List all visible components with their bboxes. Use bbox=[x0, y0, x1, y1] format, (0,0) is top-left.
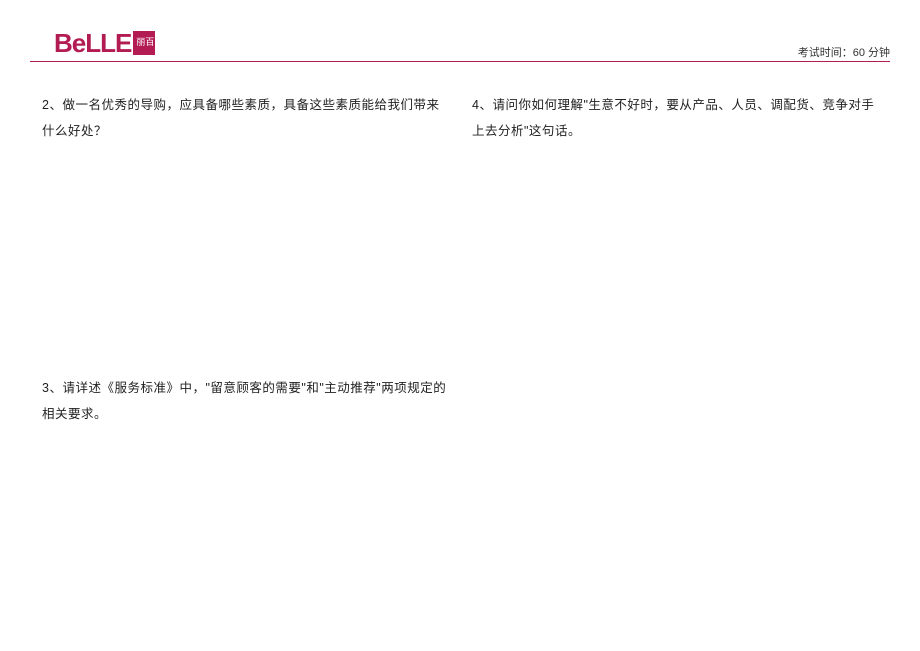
exam-time-label: 考试时间： bbox=[798, 47, 853, 59]
exam-time: 考试时间：60 分钟 bbox=[798, 44, 890, 60]
left-column: 2、做一名优秀的导购，应具备哪些素质，具备这些素质能给我们带来什么好处？ 3、请… bbox=[30, 92, 460, 427]
right-column: 4、请问你如何理解"生意不好时，要从产品、人员、调配货、竞争对手上去分析"这句话… bbox=[460, 92, 890, 427]
logo-chinese: 百丽 bbox=[133, 31, 155, 55]
question-4: 4、请问你如何理解"生意不好时，要从产品、人员、调配货、竞争对手上去分析"这句话… bbox=[472, 92, 878, 145]
document-header: BeLLE 百丽 考试时间：60 分钟 bbox=[30, 0, 890, 62]
content-area: 2、做一名优秀的导购，应具备哪些素质，具备这些素质能给我们带来什么好处？ 3、请… bbox=[0, 62, 920, 427]
question-3: 3、请详述《服务标准》中，"留意顾客的需要"和"主动推荐"两项规定的相关要求。 bbox=[42, 375, 448, 428]
logo-text: BeLLE bbox=[54, 28, 131, 59]
question-2: 2、做一名优秀的导购，应具备哪些素质，具备这些素质能给我们带来什么好处？ bbox=[42, 92, 448, 145]
exam-time-value: 60 分钟 bbox=[853, 47, 890, 59]
brand-logo: BeLLE 百丽 bbox=[54, 28, 155, 58]
